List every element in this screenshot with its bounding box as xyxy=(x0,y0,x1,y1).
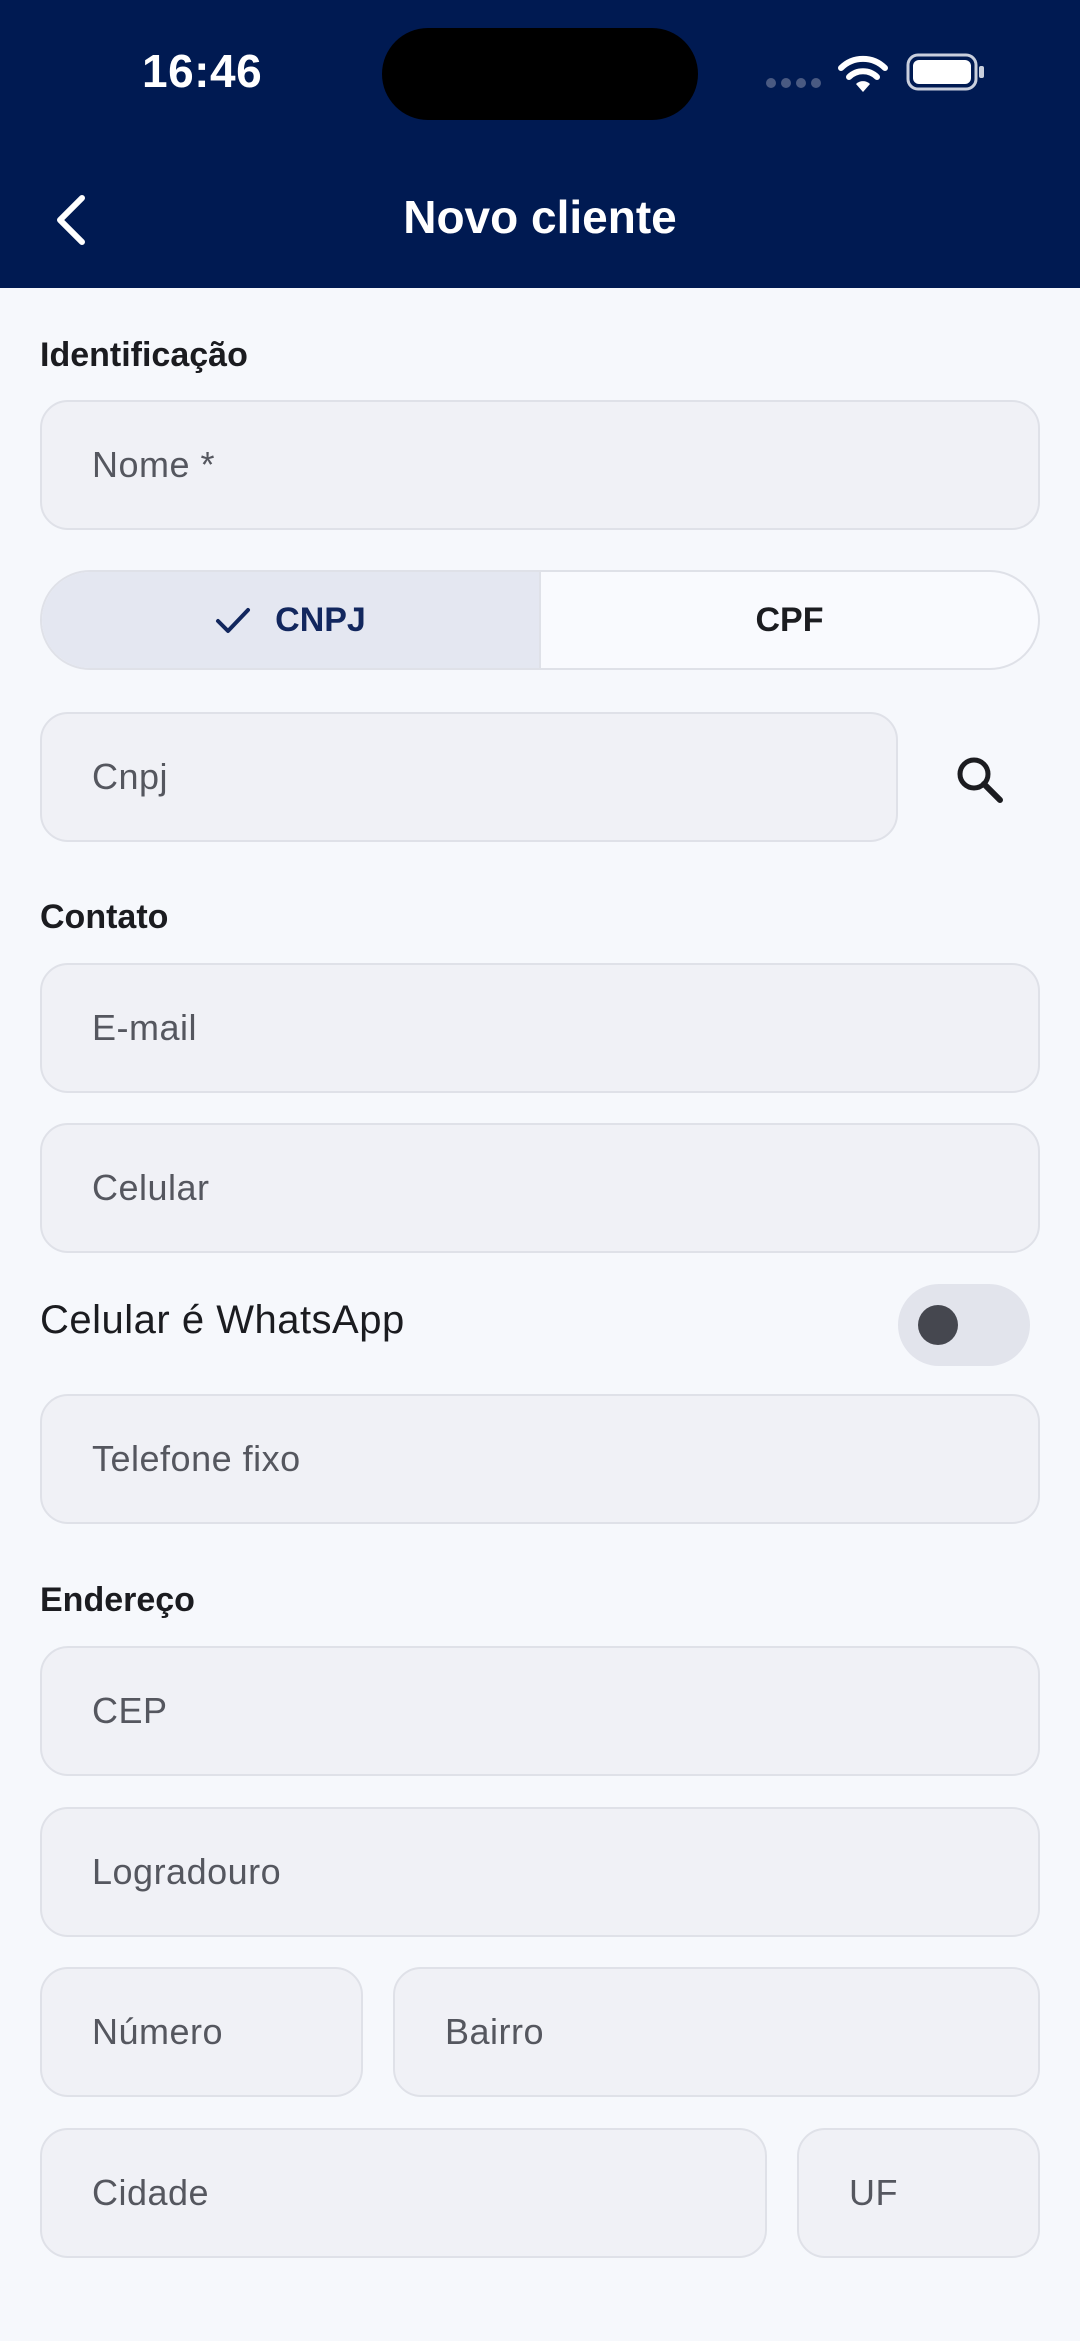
segment-cpf-label: CPF xyxy=(755,600,824,639)
logradouro-input[interactable] xyxy=(92,1851,1038,1893)
switch-knob xyxy=(918,1305,958,1345)
email-field[interactable] xyxy=(40,963,1040,1093)
cep-input[interactable] xyxy=(92,1690,1038,1732)
cnpj-input[interactable] xyxy=(92,756,896,798)
nome-input[interactable] xyxy=(92,444,1038,486)
wifi-icon xyxy=(838,55,888,92)
nome-field[interactable] xyxy=(40,400,1040,530)
numero-input[interactable] xyxy=(92,2011,361,2053)
section-title-contato: Contato xyxy=(40,898,169,936)
battery-icon xyxy=(906,53,984,91)
search-icon xyxy=(957,757,1003,803)
signal-icon xyxy=(766,78,822,90)
email-input[interactable] xyxy=(92,1007,1038,1049)
uf-field[interactable] xyxy=(797,2128,1040,2258)
segment-cpf[interactable]: CPF xyxy=(541,572,1038,668)
header-bar: 16:46 Novo cliente xyxy=(0,0,1080,288)
telefone-field[interactable] xyxy=(40,1394,1040,1524)
section-title-endereco: Endereço xyxy=(40,1581,195,1619)
numero-field[interactable] xyxy=(40,1967,363,2097)
segment-cnpj[interactable]: CNPJ xyxy=(42,572,541,668)
page-title: Novo cliente xyxy=(403,191,677,243)
cidade-field[interactable] xyxy=(40,2128,767,2258)
check-icon xyxy=(215,606,251,634)
section-title-identificacao: Identificação xyxy=(40,336,248,374)
telefone-input[interactable] xyxy=(92,1438,1038,1480)
celular-input[interactable] xyxy=(92,1167,1038,1209)
whatsapp-switch[interactable] xyxy=(898,1284,1030,1366)
whatsapp-switch-label: Celular é WhatsApp xyxy=(40,1298,405,1342)
status-time: 16:46 xyxy=(142,45,263,97)
document-type-segmented-control: CNPJ CPF xyxy=(40,570,1040,670)
bairro-input[interactable] xyxy=(445,2011,1038,2053)
celular-field[interactable] xyxy=(40,1123,1040,1253)
bairro-field[interactable] xyxy=(393,1967,1040,2097)
dynamic-island xyxy=(382,28,698,120)
uf-input[interactable] xyxy=(849,2172,1038,2214)
logradouro-field[interactable] xyxy=(40,1807,1040,1937)
segment-cnpj-label: CNPJ xyxy=(275,600,366,639)
cep-field[interactable] xyxy=(40,1646,1040,1776)
search-cnpj-button[interactable] xyxy=(940,740,1020,820)
new-client-screen: 16:46 Novo cliente Identificação Nome * … xyxy=(0,0,1080,2341)
cnpj-field[interactable] xyxy=(40,712,898,842)
cidade-input[interactable] xyxy=(92,2172,765,2214)
